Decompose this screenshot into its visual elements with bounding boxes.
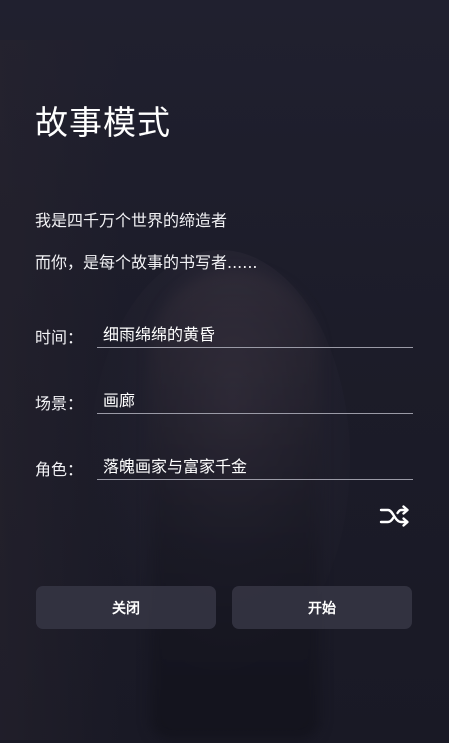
scene-label: 场景： bbox=[35, 394, 84, 413]
role-label: 角色： bbox=[35, 460, 84, 479]
intro-line-1: 我是四千万个世界的缔造者 bbox=[35, 211, 228, 230]
page-title: 故事模式 bbox=[35, 103, 171, 142]
shuffle-icon bbox=[379, 505, 409, 527]
time-input[interactable] bbox=[97, 318, 413, 348]
shuffle-button[interactable] bbox=[378, 502, 414, 530]
close-button[interactable]: 关闭 bbox=[36, 586, 216, 629]
time-field-row: 时间： bbox=[35, 318, 413, 350]
role-field-row: 角色： bbox=[35, 450, 413, 482]
scene-input[interactable] bbox=[97, 384, 413, 414]
time-label: 时间： bbox=[35, 328, 84, 347]
start-button[interactable]: 开始 bbox=[232, 586, 412, 629]
intro-line-2: 而你，是每个故事的书写者...... bbox=[35, 253, 258, 272]
scene-field-row: 场景： bbox=[35, 384, 413, 416]
role-input[interactable] bbox=[97, 450, 413, 480]
story-mode-screen: 故事模式 我是四千万个世界的缔造者 而你，是每个故事的书写者...... 时间：… bbox=[0, 0, 449, 743]
